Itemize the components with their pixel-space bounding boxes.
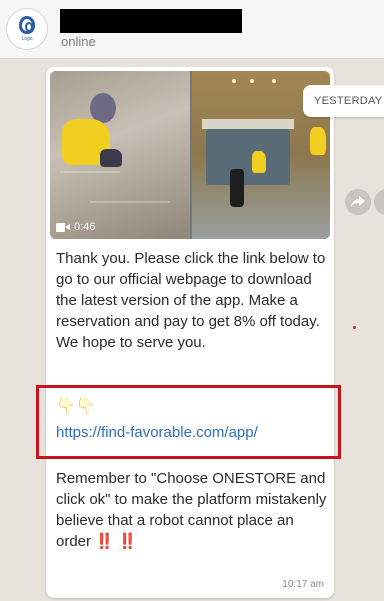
forward-button[interactable] <box>345 189 371 215</box>
message-bubble[interactable]: 0:46 Thank you. Please click the link be… <box>46 67 334 598</box>
chat-header: Logo online <box>0 0 384 59</box>
avatar-caption: Logo <box>21 36 33 42</box>
video-camera-icon <box>56 222 70 232</box>
forward-button-partial[interactable] <box>374 189 384 215</box>
logo-icon <box>19 16 35 34</box>
message-text-instructions: Remember to "Choose ONESTORE and click o… <box>56 468 328 552</box>
contact-name-redacted[interactable] <box>60 9 242 33</box>
forward-arrow-icon <box>351 196 365 207</box>
video-photo-left <box>50 71 190 239</box>
double-exclamation-emoji: ‼️ <box>95 533 114 550</box>
video-duration: 0:46 <box>74 221 96 233</box>
message-text-intro: Thank you. Please click the link below t… <box>56 250 326 351</box>
contact-status: online <box>61 34 96 49</box>
message-timestamp: 10:17 am <box>282 579 324 590</box>
date-divider: YESTERDAY <box>303 85 384 117</box>
double-exclamation-emoji-2: ‼️ <box>118 533 137 550</box>
link-highlight-annotation <box>36 385 341 459</box>
stray-mark <box>353 326 356 329</box>
video-thumbnail[interactable]: 0:46 <box>50 71 330 239</box>
video-duration-badge: 0:46 <box>56 221 95 233</box>
contact-avatar[interactable]: Logo <box>6 8 48 50</box>
